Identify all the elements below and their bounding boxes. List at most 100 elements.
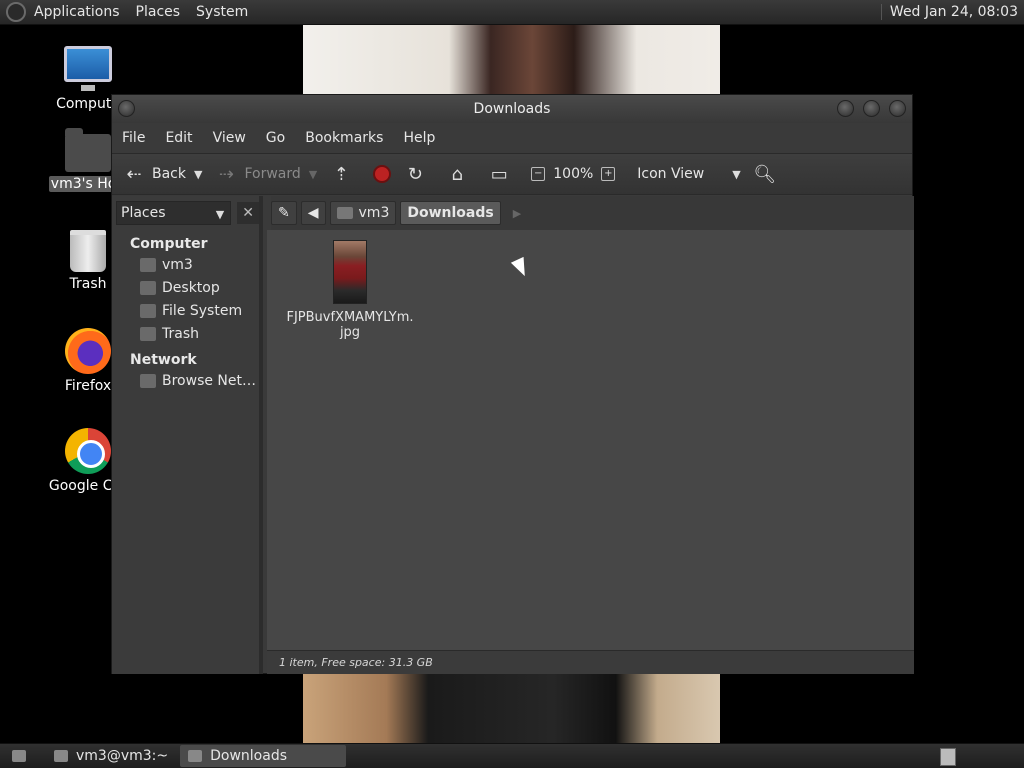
wallpaper-photo-bottom [303, 673, 720, 743]
zoom-in-icon[interactable]: + [601, 167, 616, 181]
search-button[interactable]: 🔍︎ [753, 163, 783, 185]
task-downloads[interactable]: Downloads [180, 745, 347, 767]
path-scroll-left-button[interactable]: ◀ [300, 201, 326, 225]
chevron-left-icon: ◀ [307, 205, 319, 221]
menubar: File Edit View Go Bookmarks Help [112, 123, 912, 153]
show-desktop-icon [12, 750, 26, 762]
desktop-icon-label: Firefox [64, 378, 112, 394]
computer-icon: ▭ [490, 163, 508, 185]
view-mode-label: Icon View [637, 166, 705, 182]
window-titlebar[interactable]: Downloads [112, 95, 912, 123]
drive-icon [140, 304, 156, 318]
close-sidebar-icon[interactable]: ✕ [237, 202, 259, 224]
up-button[interactable]: ⇡ [331, 163, 359, 185]
sidebar-item-browse-network[interactable]: Browse Net… [112, 370, 259, 393]
chevron-down-icon: ▼ [732, 167, 741, 181]
menu-help[interactable]: Help [403, 130, 435, 146]
distro-logo-icon[interactable] [6, 2, 26, 22]
top-panel: Applications Places System Wed Jan 24, 0… [0, 0, 1024, 25]
sidebar-item-label: Browse Net… [162, 373, 257, 389]
show-desktop-button[interactable] [4, 745, 42, 767]
back-label: Back [152, 166, 186, 182]
home-button[interactable]: ⌂ [447, 163, 475, 185]
workspace-switcher-icon[interactable] [940, 748, 956, 766]
desktop-folder-icon [140, 281, 156, 295]
desktop-icon-label: Trash [69, 276, 107, 292]
back-history-dropdown-icon[interactable]: ▼ [194, 168, 202, 181]
sidebar-section-network: Network [130, 352, 197, 368]
window-title: Downloads [473, 101, 551, 117]
back-button[interactable]: ⇠ Back ▼ [124, 163, 202, 185]
path-segment-label: vm3 [358, 205, 390, 221]
menu-edit[interactable]: Edit [165, 130, 192, 146]
menu-system[interactable]: System [196, 4, 248, 20]
stop-icon [373, 165, 392, 183]
sidebar-item-filesystem[interactable]: File System [112, 300, 259, 323]
zoom-out-icon[interactable]: − [531, 167, 546, 181]
status-bar: 1 item, Free space: 31.3 GB [267, 650, 914, 674]
home-folder-icon [65, 128, 111, 172]
sidebar-item-label: Trash [162, 326, 199, 342]
file-name: FJPBuvfXMAMYLYm. jpg [286, 310, 414, 340]
reload-button[interactable]: ↻ [405, 163, 433, 185]
places-combo[interactable]: Places ▼ [116, 201, 232, 225]
back-arrow-icon: ⇠ [126, 163, 142, 185]
computer-button[interactable]: ▭ [489, 163, 517, 185]
sidebar-item-label: vm3 [162, 257, 193, 273]
network-icon [140, 374, 156, 388]
sidebar-item-label: Desktop [162, 280, 220, 296]
sidebar-header: Places ▼ ✕ [112, 196, 259, 230]
close-button[interactable] [889, 100, 906, 117]
path-scroll-right-button[interactable]: ▶ [513, 207, 521, 220]
minimize-button[interactable] [837, 100, 854, 117]
sidebar-item-trash[interactable]: Trash [112, 323, 259, 346]
menu-file[interactable]: File [122, 130, 145, 146]
taskbar: vm3@vm3:~ Downloads [0, 743, 1024, 768]
file-view[interactable]: FJPBuvfXMAMYLYm. jpg [267, 230, 914, 650]
forward-arrow-icon: ⇢ [218, 163, 235, 185]
path-bar: ✎ ◀ vm3 Downloads ▶ [271, 196, 914, 230]
sidebar-section-computer: Computer [130, 236, 208, 252]
terminal-icon [54, 750, 68, 762]
sidebar: Places ▼ ✕ Computer vm3 Desktop File Sys… [112, 196, 263, 674]
chevron-down-icon: ▼ [215, 208, 225, 221]
menu-places[interactable]: Places [136, 4, 181, 20]
sidebar-item-label: File System [162, 303, 243, 319]
task-label: Downloads [210, 748, 287, 764]
file-item[interactable]: FJPBuvfXMAMYLYm. jpg [285, 240, 415, 340]
zoom-control: − 100% + [531, 166, 623, 182]
menu-go[interactable]: Go [266, 130, 285, 146]
up-arrow-icon: ⇡ [333, 163, 349, 185]
file-manager-window: Downloads File Edit View Go Bookmarks He… [111, 94, 914, 674]
sidebar-item-vm3[interactable]: vm3 [112, 254, 259, 277]
clock[interactable]: Wed Jan 24, 08:03 [880, 4, 1018, 20]
search-icon: 🔍︎ [753, 163, 777, 185]
menu-applications[interactable]: Applications [34, 4, 120, 20]
menu-view[interactable]: View [213, 130, 246, 146]
sidebar-item-desktop[interactable]: Desktop [112, 277, 259, 300]
edit-location-button[interactable]: ✎ [271, 201, 297, 225]
path-segment-label: Downloads [407, 205, 494, 221]
task-terminal[interactable]: vm3@vm3:~ [46, 745, 176, 767]
forward-button[interactable]: ⇢ Forward ▼ [216, 163, 317, 185]
trash-icon [70, 230, 106, 272]
maximize-button[interactable] [863, 100, 880, 117]
path-segment-downloads[interactable]: Downloads [400, 201, 501, 225]
home-folder-icon [140, 258, 156, 272]
zoom-level[interactable]: 100% [553, 166, 593, 182]
places-combo-label: Places [121, 205, 166, 221]
task-label: vm3@vm3:~ [76, 748, 169, 764]
wallpaper-photo-top [303, 25, 720, 95]
path-segment-vm3[interactable]: vm3 [329, 201, 397, 225]
forward-history-dropdown-icon[interactable]: ▼ [309, 168, 317, 181]
home-folder-icon: ⌂ [451, 163, 463, 185]
pencil-icon: ✎ [278, 205, 290, 221]
image-thumbnail [333, 240, 367, 304]
stop-button[interactable] [373, 165, 392, 183]
menu-bookmarks[interactable]: Bookmarks [305, 130, 383, 146]
view-mode-select[interactable]: Icon View ▼ [637, 166, 740, 182]
reload-icon: ↻ [407, 163, 423, 185]
window-menu-button[interactable] [118, 100, 135, 117]
chrome-icon [65, 428, 111, 474]
home-folder-icon [336, 207, 353, 219]
